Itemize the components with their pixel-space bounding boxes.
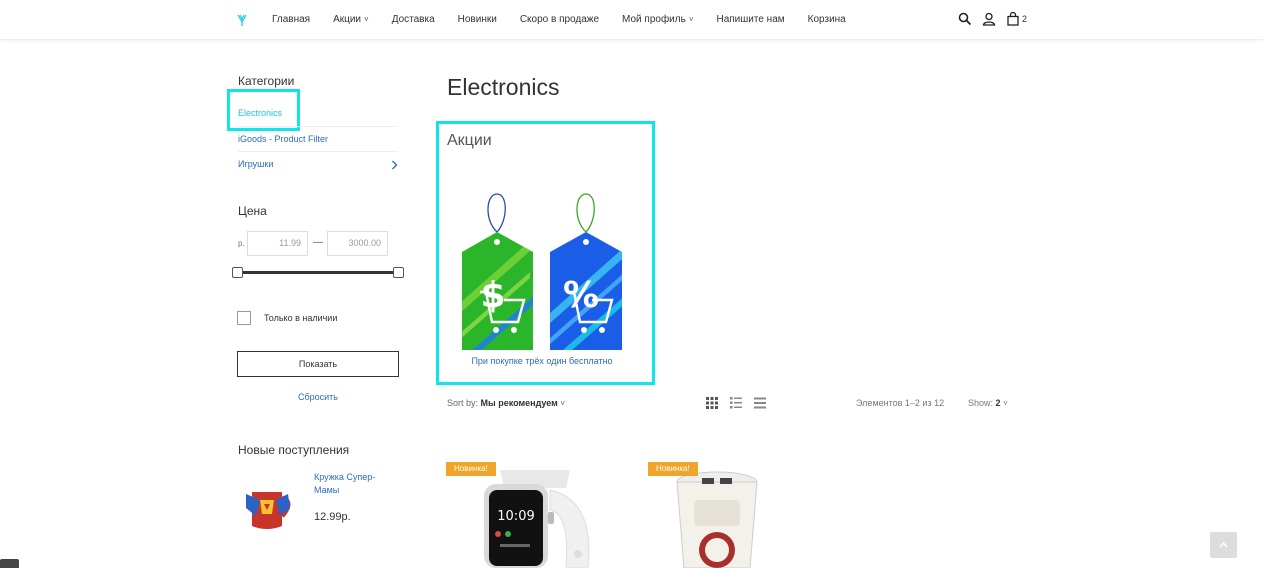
new-product-name-link[interactable]: Кружка Супер-Мамы (314, 471, 394, 497)
dollar-sign-symbol: $ (480, 275, 505, 316)
chevron-down-icon: ˅ (1003, 399, 1008, 408)
cart-count-badge: 2 (1022, 14, 1028, 24)
in-stock-checkbox[interactable] (237, 311, 251, 325)
new-badge: Новинка! (446, 462, 496, 476)
highlight-box-category (227, 89, 300, 131)
price-min-input[interactable]: 11.99 (247, 231, 308, 256)
mug-product-image[interactable] (242, 480, 298, 536)
header-icons: 2 (958, 12, 1027, 26)
nav-item-new[interactable]: Новинки (458, 14, 497, 25)
nav-item-coming-soon[interactable]: Скоро в продаже (520, 14, 599, 25)
main-nav: Главная Акции ˅ Доставка Новинки Скоро в … (272, 14, 869, 25)
price-dash: — (313, 237, 323, 248)
chevron-down-icon: ˅ (688, 15, 694, 24)
percent-sign-symbol: % (563, 275, 599, 316)
table-view-icon[interactable] (754, 397, 766, 409)
nav-item-cart[interactable]: Корзина (808, 14, 846, 25)
categories-title: Категории (238, 74, 295, 88)
cup-charger-product-image[interactable] (672, 470, 762, 568)
currency-label: р. (238, 239, 245, 248)
sort-prefix: Sort by: (447, 398, 479, 408)
sort-dropdown[interactable]: Sort by: Мы рекомендуем ˅ (447, 398, 565, 408)
search-icon[interactable] (958, 12, 972, 26)
show-prefix: Show: (968, 398, 994, 408)
nav-item-profile[interactable]: Мой профиль ˅ (622, 14, 693, 25)
sort-value: Мы рекомендуем (480, 398, 558, 408)
promo-title: Акции (447, 132, 492, 149)
category-toys[interactable]: Игрушки (238, 159, 398, 170)
user-icon[interactable] (982, 12, 996, 26)
category-igoods-product-filter[interactable]: iGoods - Product Filter (238, 134, 398, 144)
settings-icon[interactable] (0, 559, 19, 568)
new-arrivals-title: Новые поступления (238, 443, 350, 457)
nav-item-promotions[interactable]: Акции ˅ (333, 14, 369, 25)
nav-item-home[interactable]: Главная (272, 14, 310, 25)
page-title: Electronics (447, 74, 560, 100)
scroll-to-top-button[interactable] (1210, 532, 1237, 558)
show-button[interactable]: Показать (237, 351, 399, 377)
site-header: Главная Акции ˅ Доставка Новинки Скоро в … (0, 0, 1263, 40)
list-view-icon[interactable] (730, 397, 742, 409)
chevron-right-icon[interactable] (391, 160, 398, 170)
arrow-up-icon (1219, 541, 1228, 548)
chevron-down-icon: ˅ (364, 15, 369, 24)
new-badge: Новинка! (648, 462, 698, 476)
per-page-dropdown[interactable]: Show: 2 ˅ (968, 398, 1008, 408)
svg-text:10:09: 10:09 (497, 509, 534, 524)
promo-caption-link[interactable]: При покупке трёх один бесплатно (442, 356, 642, 366)
nav-item-delivery[interactable]: Доставка (392, 14, 435, 25)
chevron-down-icon: ˅ (560, 399, 566, 408)
price-max-input[interactable]: 3000.00 (327, 231, 388, 256)
category-label: Игрушки (238, 159, 274, 169)
reset-link[interactable]: Сбросить (238, 392, 398, 402)
price-title: Цена (238, 204, 267, 218)
sale-tags-image[interactable]: $ % (460, 192, 626, 352)
smartwatch-product-image[interactable]: 10:09 (470, 470, 600, 568)
divider (238, 126, 398, 127)
grid-view-icon[interactable] (706, 397, 718, 409)
logo-icon[interactable] (237, 13, 247, 27)
show-value: 2 (995, 398, 1001, 408)
in-stock-label: Только в наличии (264, 313, 338, 323)
price-slider-track[interactable] (238, 271, 398, 274)
price-slider-min-handle[interactable] (232, 267, 243, 278)
shopping-bag-icon[interactable] (1006, 12, 1020, 26)
nav-item-contact[interactable]: Напишите нам (716, 14, 784, 25)
divider (238, 151, 398, 152)
new-product-price: 12.99р. (314, 511, 351, 523)
items-count: Элементов 1–2 из 12 (856, 398, 945, 408)
price-slider-max-handle[interactable] (393, 267, 404, 278)
